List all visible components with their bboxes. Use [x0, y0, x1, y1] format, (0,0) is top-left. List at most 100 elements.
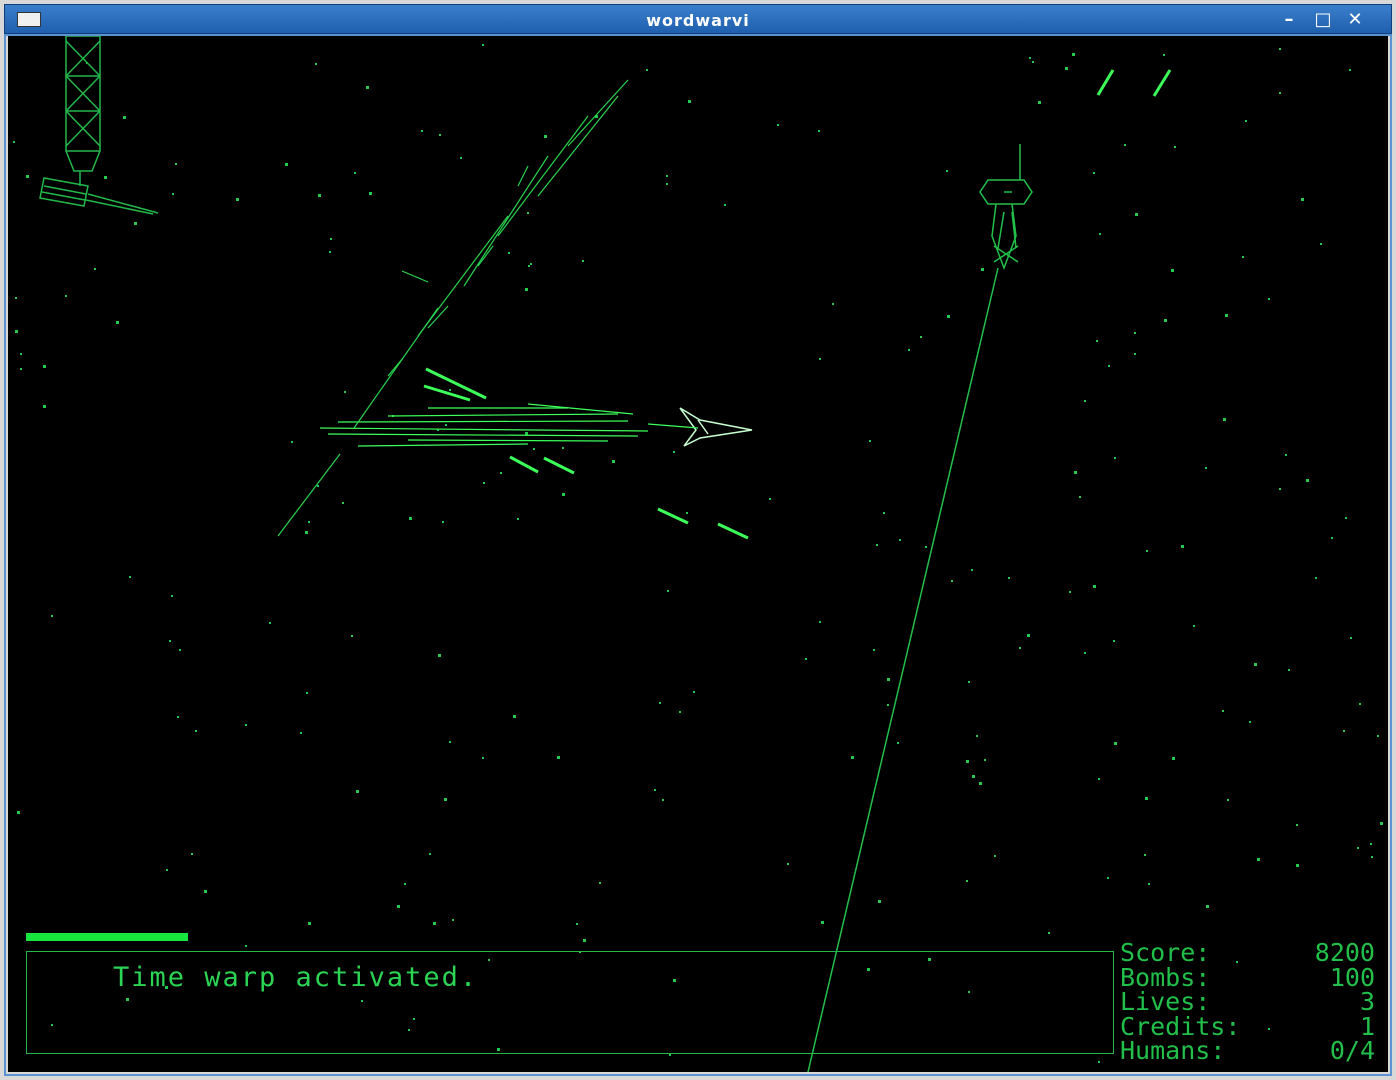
star	[444, 798, 447, 801]
star	[1072, 53, 1075, 56]
score-value: 8200	[1314, 938, 1375, 967]
star	[1380, 822, 1383, 825]
star	[449, 741, 451, 743]
star	[873, 649, 875, 651]
message-box: Time warp activated.	[26, 951, 1114, 1054]
star	[195, 730, 197, 732]
star	[1331, 537, 1333, 539]
star	[1074, 471, 1077, 474]
star	[51, 615, 53, 617]
star	[1093, 172, 1095, 174]
star	[1032, 61, 1034, 63]
star	[308, 521, 310, 523]
star	[65, 295, 67, 297]
maximize-icon[interactable]: □	[1311, 9, 1335, 31]
star	[517, 518, 519, 520]
star	[899, 539, 901, 541]
star	[724, 204, 726, 206]
title-bar[interactable]: wordwarvi – □ ✕	[4, 4, 1392, 34]
star	[421, 130, 423, 132]
minimize-icon[interactable]: –	[1277, 9, 1301, 31]
star	[1164, 319, 1167, 322]
star	[342, 502, 344, 504]
window-title: wordwarvi	[646, 11, 750, 30]
star	[1296, 824, 1298, 826]
star	[1171, 269, 1174, 272]
star	[236, 198, 239, 201]
star	[500, 472, 502, 474]
star	[576, 923, 578, 925]
star	[878, 900, 881, 903]
star	[442, 521, 444, 523]
star	[1069, 591, 1071, 593]
star	[508, 252, 510, 254]
star	[1098, 1061, 1100, 1063]
star	[662, 799, 664, 801]
star	[1193, 625, 1195, 627]
star	[976, 735, 978, 737]
star	[1113, 640, 1115, 642]
star	[397, 905, 400, 908]
star	[1114, 457, 1116, 459]
lives-label: Lives:	[1120, 987, 1211, 1016]
star	[1377, 735, 1379, 737]
star	[1268, 298, 1270, 300]
star	[191, 853, 193, 855]
star	[452, 919, 454, 921]
star	[1096, 340, 1098, 342]
star	[1223, 418, 1226, 421]
star	[404, 883, 406, 885]
star	[527, 212, 529, 214]
alien-lander	[979, 144, 1033, 271]
star	[525, 432, 528, 435]
star	[306, 692, 308, 694]
star	[1349, 69, 1351, 71]
star	[245, 945, 247, 947]
humans-value: 0/4	[1329, 1036, 1375, 1065]
game-canvas[interactable]: Time warp activated. Score: 8200 Bombs: …	[8, 36, 1388, 1072]
hud-humans: Humans: 0/4	[1120, 1036, 1375, 1065]
star	[1172, 757, 1175, 760]
star	[972, 775, 975, 778]
star	[533, 448, 535, 450]
star	[1359, 703, 1361, 705]
star	[15, 330, 18, 333]
star	[1163, 54, 1165, 56]
star	[134, 222, 137, 225]
star	[438, 654, 441, 657]
star	[562, 447, 564, 449]
star	[966, 760, 969, 763]
star	[666, 175, 668, 177]
star	[883, 512, 885, 514]
star	[356, 790, 359, 793]
star	[1099, 233, 1101, 235]
radar-tower	[39, 36, 159, 215]
star	[449, 389, 451, 391]
star	[1279, 488, 1281, 490]
star	[818, 130, 820, 132]
star	[513, 715, 516, 718]
star	[666, 183, 668, 185]
star	[557, 756, 560, 759]
energy-bar	[26, 933, 188, 941]
game-window: wordwarvi – □ ✕ Time warp activated. Sco…	[0, 0, 1396, 1080]
close-icon[interactable]: ✕	[1343, 9, 1367, 31]
star	[1019, 647, 1021, 649]
hud-lives: Lives: 3	[1120, 987, 1375, 1016]
star	[1257, 858, 1260, 861]
star	[351, 635, 353, 637]
star	[1135, 213, 1138, 216]
lives-value: 3	[1359, 987, 1375, 1016]
star	[562, 493, 565, 496]
star	[482, 757, 484, 759]
star	[599, 882, 601, 884]
star	[1357, 847, 1359, 849]
star	[851, 756, 854, 759]
star	[887, 678, 890, 681]
star	[94, 268, 96, 270]
star	[1296, 864, 1299, 867]
star	[819, 358, 821, 360]
star	[269, 622, 271, 624]
star	[1279, 92, 1281, 94]
star	[1242, 256, 1244, 258]
